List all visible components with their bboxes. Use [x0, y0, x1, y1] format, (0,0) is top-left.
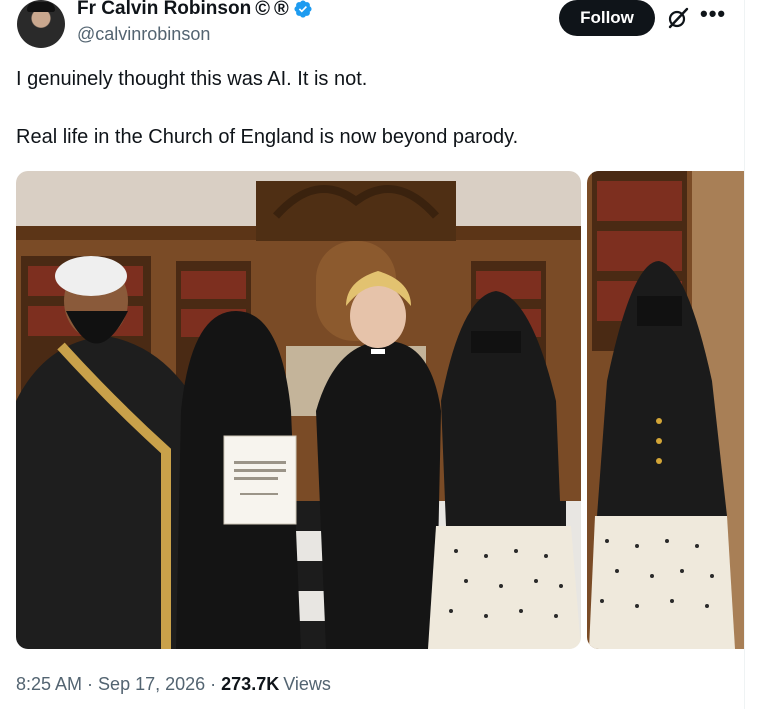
registered-mark: ®: [273, 0, 289, 20]
author-handle[interactable]: @calvinrobinson: [77, 24, 210, 45]
meta-separator: ·: [210, 674, 217, 694]
media-gallery: [16, 171, 744, 649]
meta-separator: ·: [87, 674, 94, 694]
photo-people-holding-certificate[interactable]: [16, 171, 581, 649]
photo-2-illustration: [587, 171, 744, 649]
author-name-row: Fr Calvin Robinson © ®: [77, 0, 313, 20]
tweet-meta: 8:25 AM · Sep 17, 2026 · 273.7K Views: [16, 674, 331, 695]
photo-1-illustration: [16, 171, 581, 649]
grok-icon[interactable]: [666, 6, 690, 30]
views-count: 273.7K: [221, 674, 280, 694]
author-display-name[interactable]: Fr Calvin Robinson: [77, 0, 251, 20]
photo-woman-in-black-jacket[interactable]: [587, 171, 744, 649]
timeline-divider: [744, 0, 745, 709]
tweet-date[interactable]: Sep 17, 2026: [98, 674, 205, 695]
follow-button[interactable]: Follow: [559, 0, 655, 36]
tweet-line-2: Real life in the Church of England is no…: [16, 126, 519, 148]
verified-badge-icon: [294, 0, 312, 18]
copyright-mark: ©: [255, 0, 270, 20]
author-avatar[interactable]: [17, 0, 65, 48]
tweet-time[interactable]: 8:25 AM: [16, 674, 82, 695]
more-icon[interactable]: •••: [700, 3, 725, 30]
tweet-text: I genuinely thought this was AI. It is n…: [16, 66, 736, 150]
tweet-line-1: I genuinely thought this was AI. It is n…: [16, 68, 368, 90]
views-label: Views: [283, 674, 331, 694]
